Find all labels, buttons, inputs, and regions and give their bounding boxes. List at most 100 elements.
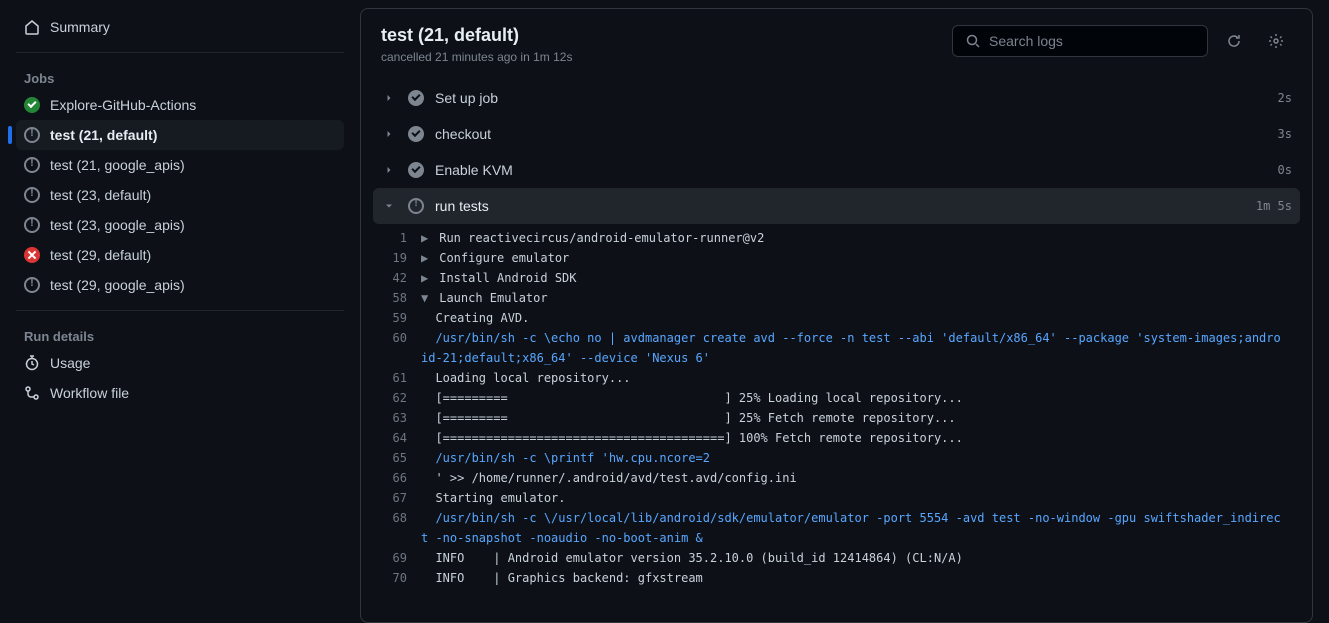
step-duration: 2s [1278, 91, 1292, 105]
home-icon [24, 19, 40, 35]
log-line-number: 62 [373, 388, 421, 408]
status-check-icon [407, 126, 425, 142]
log-line-number: 60 [373, 328, 421, 368]
log-line[interactable]: 1▶ Run reactivecircus/android-emulator-r… [373, 228, 1300, 248]
log-line[interactable]: 68 /usr/bin/sh -c \/usr/local/lib/androi… [373, 508, 1300, 548]
log-line-number: 65 [373, 448, 421, 468]
main-panel-wrapper: test (21, default) cancelled 21 minutes … [360, 0, 1329, 623]
caret-right-icon: ▶ [421, 228, 432, 248]
status-cancelled-icon [24, 187, 40, 203]
workflow-file-link[interactable]: Workflow file [16, 378, 344, 408]
job-item[interactable]: test (23, google_apis) [16, 210, 344, 240]
steps-container: Set up job 2s checkout3s Enable KVM 0s run te… [361, 80, 1312, 622]
log-line-text: Starting emulator. [421, 488, 1300, 508]
step-row[interactable]: run tests 1m 5s [373, 188, 1300, 224]
rerun-button[interactable] [1218, 25, 1250, 57]
log-line-text: /usr/bin/sh -c \echo no | avdmanager cre… [421, 328, 1300, 368]
log-line-number: 58 [373, 288, 421, 308]
header-actions [952, 25, 1292, 57]
log-line-text: ▶ Configure emulator [421, 248, 1300, 268]
log-line[interactable]: 59 Creating AVD. [373, 308, 1300, 328]
log-line[interactable]: 63 [========= ] 25% Fetch remote reposit… [373, 408, 1300, 428]
log-line-number: 59 [373, 308, 421, 328]
summary-link[interactable]: Summary [16, 12, 344, 42]
status-cancelled-icon [24, 127, 40, 143]
status-check-icon [407, 90, 425, 106]
chevron-right-icon [381, 92, 397, 104]
step-name: Set up job [435, 90, 1268, 106]
caret-right-icon: ▶ [421, 268, 432, 288]
log-line-number: 64 [373, 428, 421, 448]
sidebar: Summary Jobs Explore-GitHub-Actions test … [0, 0, 360, 623]
log-line-text: /usr/bin/sh -c \printf 'hw.cpu.ncore=2 [421, 448, 1300, 468]
summary-label: Summary [50, 19, 110, 35]
step-row[interactable]: Enable KVM 0s [373, 152, 1300, 188]
run-details-heading: Run details [16, 321, 344, 348]
log-line-text: INFO | Graphics backend: gfxstream [421, 568, 1300, 588]
log-line-number: 70 [373, 568, 421, 588]
job-label: test (29, default) [50, 247, 151, 263]
job-label: test (23, google_apis) [50, 217, 185, 233]
log-line[interactable]: 42▶ Install Android SDK [373, 268, 1300, 288]
log-line-number: 69 [373, 548, 421, 568]
job-label: Explore-GitHub-Actions [50, 97, 196, 113]
step-row[interactable]: Set up job 2s [373, 80, 1300, 116]
log-line[interactable]: 65 /usr/bin/sh -c \printf 'hw.cpu.ncore=… [373, 448, 1300, 468]
log-line-text: [========= ] 25% Loading local repositor… [421, 388, 1300, 408]
job-item[interactable]: test (21, google_apis) [16, 150, 344, 180]
settings-button[interactable] [1260, 25, 1292, 57]
log-line-text: Creating AVD. [421, 308, 1300, 328]
usage-link[interactable]: Usage [16, 348, 344, 378]
log-line[interactable]: 70 INFO | Graphics backend: gfxstream [373, 568, 1300, 588]
job-heading-block: test (21, default) cancelled 21 minutes … [381, 25, 572, 64]
log-line-text: INFO | Android emulator version 35.2.10.… [421, 548, 1300, 568]
log-line-number: 1 [373, 228, 421, 248]
step-duration: 0s [1278, 163, 1292, 177]
workflow-icon [24, 385, 40, 401]
step-row[interactable]: checkout3s [373, 116, 1300, 152]
step-duration: 1m 5s [1256, 199, 1292, 213]
log-line[interactable]: 64 [====================================… [373, 428, 1300, 448]
jobs-heading: Jobs [16, 63, 344, 90]
log-line[interactable]: 60 /usr/bin/sh -c \echo no | avdmanager … [373, 328, 1300, 368]
log-line[interactable]: 61 Loading local repository... [373, 368, 1300, 388]
search-logs-input[interactable] [989, 33, 1195, 49]
log-line[interactable]: 67 Starting emulator. [373, 488, 1300, 508]
divider [16, 310, 344, 311]
log-output: 1▶ Run reactivecircus/android-emulator-r… [373, 224, 1300, 588]
log-line[interactable]: 19▶ Configure emulator [373, 248, 1300, 268]
job-label: test (21, google_apis) [50, 157, 185, 173]
job-label: test (23, default) [50, 187, 151, 203]
job-label: test (21, default) [50, 127, 157, 143]
search-logs-box[interactable] [952, 25, 1208, 57]
log-line-number: 61 [373, 368, 421, 388]
job-item[interactable]: test (23, default) [16, 180, 344, 210]
step-name: Enable KVM [435, 162, 1268, 178]
log-line[interactable]: 62 [========= ] 25% Loading local reposi… [373, 388, 1300, 408]
job-item[interactable]: Explore-GitHub-Actions [16, 90, 344, 120]
job-item[interactable]: test (29, google_apis) [16, 270, 344, 300]
log-line[interactable]: 58▼ Launch Emulator [373, 288, 1300, 308]
status-cancelled-icon [24, 217, 40, 233]
log-line-text: [========= ] 25% Fetch remote repository… [421, 408, 1300, 428]
chevron-down-icon [381, 200, 397, 212]
divider [16, 52, 344, 53]
caret-down-icon: ▼ [421, 288, 432, 308]
step-name: run tests [435, 198, 1246, 214]
log-line[interactable]: 69 INFO | Android emulator version 35.2.… [373, 548, 1300, 568]
log-line-text: ' >> /home/runner/.android/avd/test.avd/… [421, 468, 1300, 488]
job-title: test (21, default) [381, 25, 572, 46]
step-name: checkout [435, 126, 1268, 142]
log-line-text: ▶ Install Android SDK [421, 268, 1300, 288]
status-success-icon [24, 97, 40, 113]
usage-label: Usage [50, 355, 90, 371]
status-cancelled-icon [24, 157, 40, 173]
chevron-right-icon [381, 164, 397, 176]
job-subtitle: cancelled 21 minutes ago in 1m 12s [381, 50, 572, 64]
log-line[interactable]: 66 ' >> /home/runner/.android/avd/test.a… [373, 468, 1300, 488]
job-item[interactable]: test (29, default) [16, 240, 344, 270]
job-item[interactable]: test (21, default) [16, 120, 344, 150]
log-line-text: Loading local repository... [421, 368, 1300, 388]
status-cancelled-icon [407, 198, 425, 214]
log-line-text: [=======================================… [421, 428, 1300, 448]
